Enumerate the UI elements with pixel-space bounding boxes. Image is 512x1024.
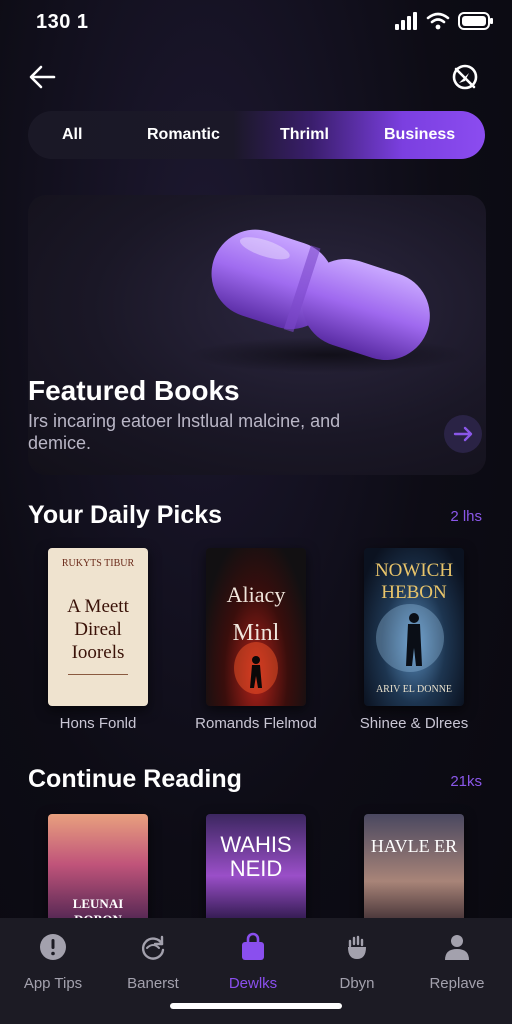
book-cover-title-line: WAHIS [220, 832, 292, 857]
hand-icon [348, 935, 366, 959]
tab-thriml[interactable]: Thriml [280, 111, 329, 159]
refresh-icon [141, 935, 165, 960]
figure-silhouette [376, 604, 444, 672]
nav-item-app-tips[interactable]: App Tips [3, 932, 103, 992]
continue-reading-count[interactable]: 21ks [450, 773, 482, 790]
book-cover[interactable]: WAHIS NEID [206, 814, 306, 926]
nav-label: Dbyn [339, 975, 375, 992]
battery-icon [458, 12, 493, 30]
home-indicator [170, 1003, 342, 1009]
book-cover[interactable]: RUKYTS TIBUR A Meett Direal Ioorels [48, 548, 148, 706]
featured-title: Featured Books [28, 375, 240, 406]
daily-picks-count[interactable]: 2 lhs [450, 508, 482, 525]
nav-label: Dewlks [228, 975, 278, 992]
nav-label: Banerst [127, 975, 179, 992]
tab-romantic[interactable]: Romantic [147, 111, 220, 159]
person-icon [445, 935, 469, 960]
continue-reading-title: Continue Reading [28, 765, 242, 793]
status-time: 130 1 [36, 11, 89, 33]
nav-label: Replave [429, 975, 485, 992]
status-bar: 130 1 [0, 0, 512, 46]
status-icons [394, 12, 494, 30]
tab-all[interactable]: All [62, 111, 82, 159]
book-cover-title-line: HAVLE ER [370, 836, 458, 856]
book-cover-title-line: Direal [74, 619, 122, 640]
nav-item-dewlks[interactable]: Dewlks [203, 932, 303, 992]
capsule-illustration [188, 229, 468, 373]
book-cover[interactable]: HAVLE ER [364, 814, 464, 926]
nav-item-replave[interactable]: Replave [407, 932, 507, 992]
top-nav [0, 56, 512, 100]
back-button[interactable] [26, 60, 60, 94]
featured-card[interactable]: Featured Books Irs incaring eatoer lnstl… [28, 195, 486, 475]
featured-description: Irs incaring eatoer lnstlual malcine, an… [28, 411, 341, 453]
arrow-left-icon [29, 65, 56, 89]
arrow-right-icon [453, 426, 473, 442]
daily-picks-title: Your Daily Picks [28, 501, 223, 529]
filter-tabs: All Romantic Thriml Business [28, 111, 485, 159]
bag-icon [242, 932, 264, 960]
signal-icon [395, 12, 417, 30]
book-cover-header: RUKYTS TIBUR [61, 558, 135, 569]
nav-label: App Tips [23, 975, 83, 992]
featured-arrow-button[interactable] [444, 415, 482, 453]
compass-off-icon [452, 64, 478, 90]
tab-business[interactable]: Business [384, 111, 455, 159]
alert-circle-icon [40, 934, 66, 960]
book-cover[interactable]: LEUNAI DOBON [48, 814, 148, 926]
profile-button[interactable] [448, 60, 482, 94]
book-caption: Shinee & Dlrees [359, 715, 469, 732]
book-cover-title-line: Ioorels [71, 642, 125, 663]
book-cover-rule [68, 674, 128, 675]
book-cover-author: ARIV EL DONNE [375, 684, 453, 695]
book-cover[interactable]: NOWICH HEBON ARIV EL DONNE [364, 548, 464, 706]
book-cover-title-line: NEID [229, 856, 283, 881]
wifi-icon [426, 12, 450, 30]
book-caption: Romands Flelmod [195, 715, 317, 732]
nav-item-dbyn[interactable]: Dbyn [307, 932, 407, 992]
book-caption: Hons Fonld [59, 715, 137, 732]
nav-item-banerst[interactable]: Banerst [103, 932, 203, 992]
book-cover[interactable]: Aliacy Minl [206, 548, 306, 706]
book-cover-title-line: A Meett [67, 596, 129, 617]
figure-silhouette [234, 642, 278, 694]
